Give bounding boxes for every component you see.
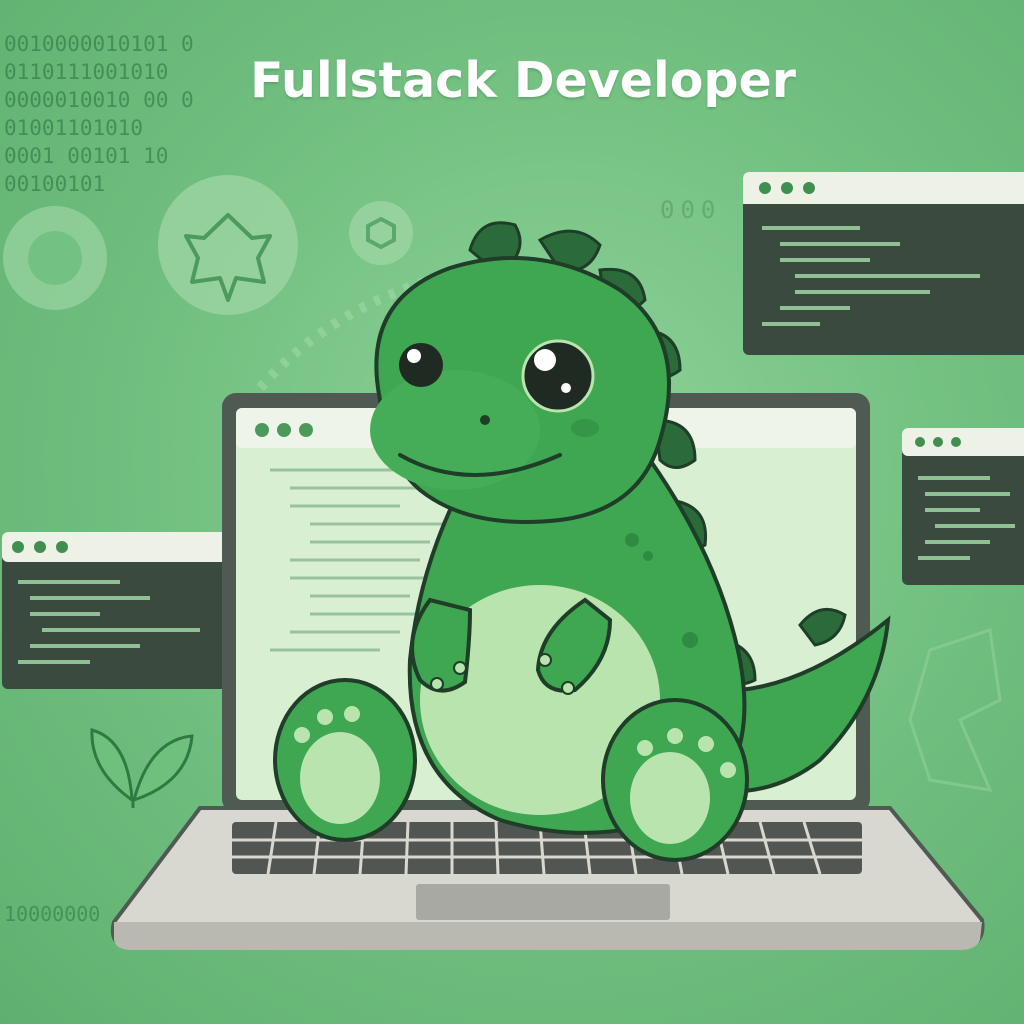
code-window-right: [902, 428, 1024, 585]
scene-svg: [2, 172, 1024, 950]
leaf-icon: [90, 728, 194, 808]
illustration: Fullstack Developer 0010000010101 0 0110…: [0, 0, 1024, 1024]
outline-decoration: [908, 628, 1002, 792]
bug-icon: [158, 175, 298, 315]
hexagon-icon: [349, 201, 413, 265]
code-window-left: [2, 532, 246, 689]
code-window-top-right: [743, 172, 1024, 355]
ring-icon: [3, 206, 107, 310]
